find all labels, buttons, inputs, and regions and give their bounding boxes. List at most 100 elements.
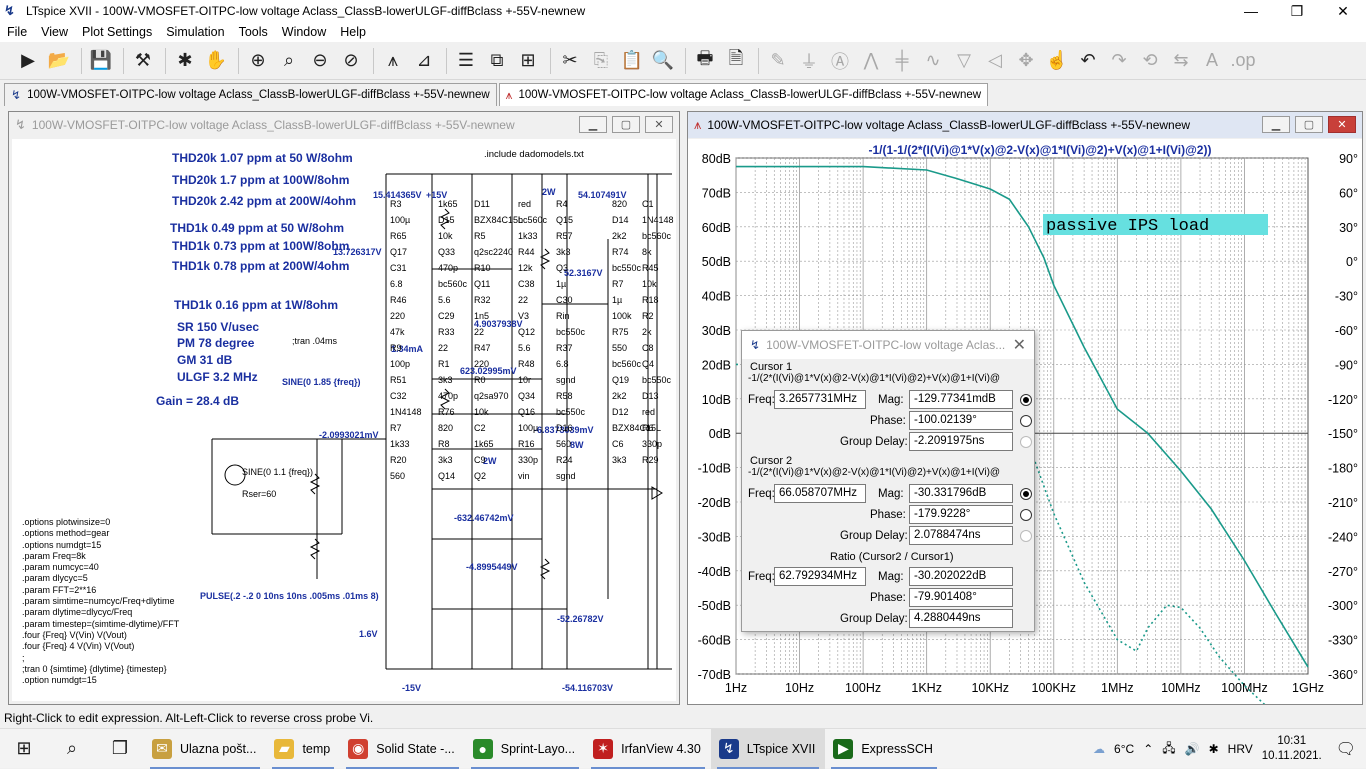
part-label[interactable]: 10k — [642, 279, 657, 289]
part-label[interactable]: 100p — [390, 359, 410, 369]
part-label[interactable]: bc550c — [612, 263, 641, 273]
part-label[interactable]: C29 — [438, 311, 455, 321]
part-label[interactable]: 10k — [438, 231, 453, 241]
part-label[interactable]: C38 — [518, 279, 535, 289]
language-indicator[interactable]: HRV — [1228, 742, 1253, 756]
spice-directive-line[interactable]: .param timestep=(simtime-dlytime)/FFT — [22, 619, 179, 630]
pan-hand-icon[interactable]: ✋ — [202, 47, 230, 75]
part-label[interactable]: 220 — [474, 359, 489, 369]
part-label[interactable]: R47 — [474, 343, 491, 353]
part-label[interactable]: 1k65 — [438, 199, 458, 209]
part-label[interactable]: D13 — [642, 391, 659, 401]
part-label[interactable]: 1n5 — [474, 311, 489, 321]
pulse-source[interactable]: PULSE(.2 -.2 0 10ns 10ns .005ms .01ms 8) — [200, 591, 379, 601]
part-label[interactable]: 1µ — [612, 295, 622, 305]
part-label[interactable]: 560 — [556, 439, 571, 449]
halt-icon[interactable]: ✱ — [171, 47, 199, 75]
part-label[interactable]: Q14 — [438, 471, 455, 481]
part-label[interactable]: bc550c — [642, 375, 671, 385]
zoom-in-icon[interactable]: ⊕ — [244, 47, 272, 75]
part-label[interactable]: 3k3 — [612, 455, 627, 465]
taskbar-app[interactable]: ✶ IrfanView 4.30 — [585, 729, 711, 769]
part-label[interactable]: R7 — [390, 423, 402, 433]
part-label[interactable]: R51 — [390, 375, 407, 385]
tray-chevron-icon[interactable]: ⌃ — [1143, 742, 1153, 756]
part-label[interactable]: 1N4148 — [390, 407, 422, 417]
autorange-icon[interactable]: ⩚ — [379, 47, 407, 75]
part-label[interactable]: 100µ — [518, 423, 538, 433]
part-label[interactable]: 100k — [612, 311, 632, 321]
part-label[interactable]: Q34 — [518, 391, 535, 401]
part-label[interactable]: Q19 — [612, 375, 629, 385]
ratio-phase-field[interactable]: -79.901408° — [909, 588, 1013, 607]
part-label[interactable]: C6 — [612, 439, 624, 449]
spice-directive-line[interactable]: .options numdgt=15 — [22, 540, 179, 551]
part-label[interactable]: 22 — [474, 327, 484, 337]
redo-icon[interactable]: ↷ — [1105, 47, 1133, 75]
part-label[interactable]: q2sc2240 — [474, 247, 513, 257]
part-label[interactable]: D14 — [612, 215, 629, 225]
menu-file[interactable]: File — [0, 25, 34, 39]
part-label[interactable]: sgnd — [556, 471, 576, 481]
part-label[interactable]: red — [518, 199, 531, 209]
text-icon[interactable]: A — [1198, 47, 1226, 75]
part-label[interactable]: 6.8 — [556, 359, 569, 369]
part-label[interactable]: 3k3 — [438, 455, 453, 465]
part-label[interactable]: 470p — [438, 263, 458, 273]
part-label[interactable]: R44 — [518, 247, 535, 257]
cursor1-phase-radio[interactable] — [1020, 415, 1032, 427]
print-preview-icon[interactable]: 🗎 — [722, 47, 750, 75]
part-label[interactable]: 10r — [518, 375, 531, 385]
part-label[interactable]: D16 — [556, 423, 573, 433]
part-label[interactable]: BZX84C15L — [474, 215, 523, 225]
part-label[interactable]: bc560c — [642, 231, 671, 241]
cursor2-gd-radio[interactable] — [1020, 530, 1032, 542]
waveform-icon[interactable]: ⊿ — [410, 47, 438, 75]
part-label[interactable]: R74 — [612, 247, 629, 257]
part-label[interactable]: R2 — [642, 311, 654, 321]
drag-icon[interactable]: ☝ — [1043, 47, 1071, 75]
part-label[interactable]: V3 — [518, 311, 529, 321]
part-label[interactable]: R4 — [556, 199, 568, 209]
taskbar-app[interactable]: ↯ LTspice XVII — [710, 728, 826, 769]
cascade-icon[interactable]: ⧉ — [483, 47, 511, 75]
part-label[interactable]: bc560c — [518, 215, 547, 225]
component-icon[interactable]: ◁ — [981, 47, 1009, 75]
resistor-icon[interactable]: ⋀ — [857, 47, 885, 75]
part-label[interactable]: BZX84C15L — [612, 423, 661, 433]
part-label[interactable]: C30 — [556, 295, 573, 305]
part-label[interactable]: bc550c — [556, 407, 585, 417]
cursor2-phase-field[interactable]: -179.9228° — [909, 505, 1013, 524]
waveform-close-button[interactable]: ✕ — [1328, 116, 1356, 133]
part-label[interactable]: 560 — [390, 471, 405, 481]
part-label[interactable]: R32 — [474, 295, 491, 305]
taskbar-app[interactable]: ◉ Solid State -... — [340, 729, 465, 769]
part-label[interactable]: Q11 — [474, 279, 490, 289]
spice-directive-line[interactable]: .option numdgt=15 — [22, 675, 179, 686]
part-label[interactable]: R6 — [642, 423, 654, 433]
tran-directive[interactable]: ;tran .04ms — [292, 336, 337, 346]
windows-start-icon[interactable]: ⊞ — [0, 729, 48, 769]
part-label[interactable]: 1k33 — [390, 439, 410, 449]
move-icon[interactable]: ✥ — [1012, 47, 1040, 75]
part-label[interactable]: 820 — [438, 423, 453, 433]
cursor-dialog-close-icon[interactable]: ✕ — [1013, 335, 1026, 355]
spice-directive-line[interactable]: .options method=gear — [22, 528, 179, 539]
part-label[interactable]: R76 — [438, 407, 455, 417]
part-label[interactable]: 1N4148 — [642, 215, 674, 225]
part-label[interactable]: R46 — [390, 295, 407, 305]
diode-icon[interactable]: ▽ — [950, 47, 978, 75]
paste-icon[interactable]: 📋 — [618, 47, 646, 75]
part-label[interactable]: 6.8 — [390, 279, 403, 289]
part-label[interactable]: red — [642, 407, 655, 417]
part-label[interactable]: sgnd — [556, 375, 576, 385]
part-label[interactable]: bc560c — [438, 279, 467, 289]
menu-simulation[interactable]: Simulation — [159, 25, 231, 39]
part-label[interactable]: R75 — [612, 327, 629, 337]
part-label[interactable]: 3k3 — [438, 375, 453, 385]
taskbar-app[interactable]: ▰ temp — [266, 729, 340, 769]
tile-vertical-icon[interactable]: ⊞ — [514, 47, 542, 75]
menu-view[interactable]: View — [34, 25, 75, 39]
weather-icon[interactable]: ☁ — [1093, 742, 1105, 756]
menu-tools[interactable]: Tools — [232, 25, 275, 39]
